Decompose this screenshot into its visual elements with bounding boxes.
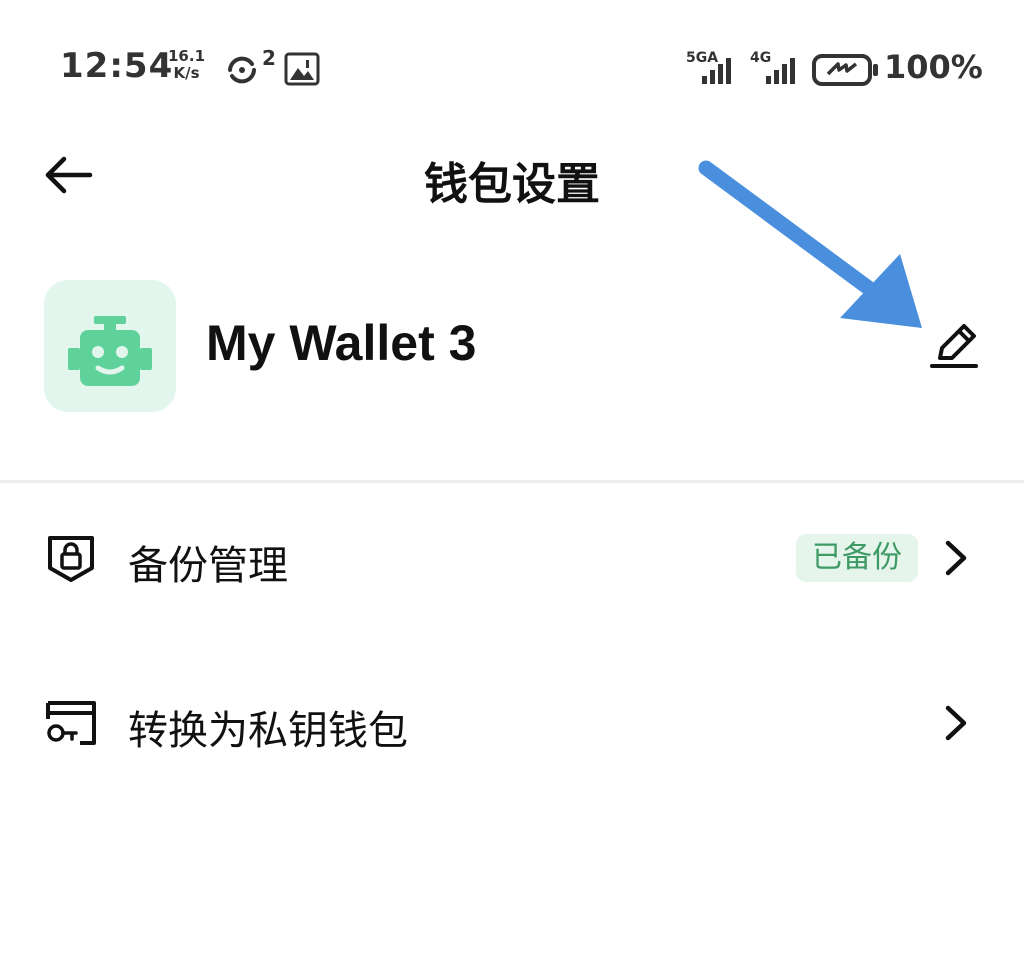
network-speed-unit: K/s xyxy=(173,64,200,82)
signal-5g-icon xyxy=(702,58,731,84)
image-alert-icon xyxy=(284,52,320,86)
chevron-right-icon xyxy=(945,540,967,576)
header: 钱包设置 xyxy=(0,130,1024,220)
pencil-icon xyxy=(930,324,978,368)
edit-wallet-name-button[interactable] xyxy=(926,318,986,378)
status-time: 12:54 xyxy=(60,46,174,86)
network-speed: 16.1 K/s xyxy=(168,48,205,82)
battery-percent: 100% xyxy=(884,48,983,86)
robot-icon xyxy=(68,316,152,386)
status-bar: 12:54 16.1 K/s 2 5GA 4G 100% xyxy=(0,0,1024,140)
menu-item-label: 转换为私钥钱包 xyxy=(128,708,408,754)
menu-item-convert-private-key[interactable]: 转换为私钥钱包 xyxy=(0,668,1024,778)
backup-status-badge: 已备份 xyxy=(796,534,918,582)
menu-item-backup[interactable]: 备份管理 已备份 xyxy=(0,503,1024,613)
menu-item-label: 备份管理 xyxy=(128,543,288,589)
notification-count: 2 xyxy=(262,46,276,70)
network-speed-value: 16.1 xyxy=(168,47,206,65)
shield-lock-icon xyxy=(48,536,94,582)
sync-icon xyxy=(228,56,256,84)
divider xyxy=(0,480,1024,483)
signal-4g-icon xyxy=(766,58,795,84)
battery-charging-icon xyxy=(812,54,878,86)
wallet-avatar xyxy=(44,280,176,412)
page-title: 钱包设置 xyxy=(424,159,600,210)
wallet-name: My Wallet 3 xyxy=(206,315,477,371)
key-card-icon xyxy=(46,701,96,745)
wallet-header: My Wallet 3 xyxy=(0,270,1024,420)
chevron-right-icon xyxy=(945,705,967,741)
